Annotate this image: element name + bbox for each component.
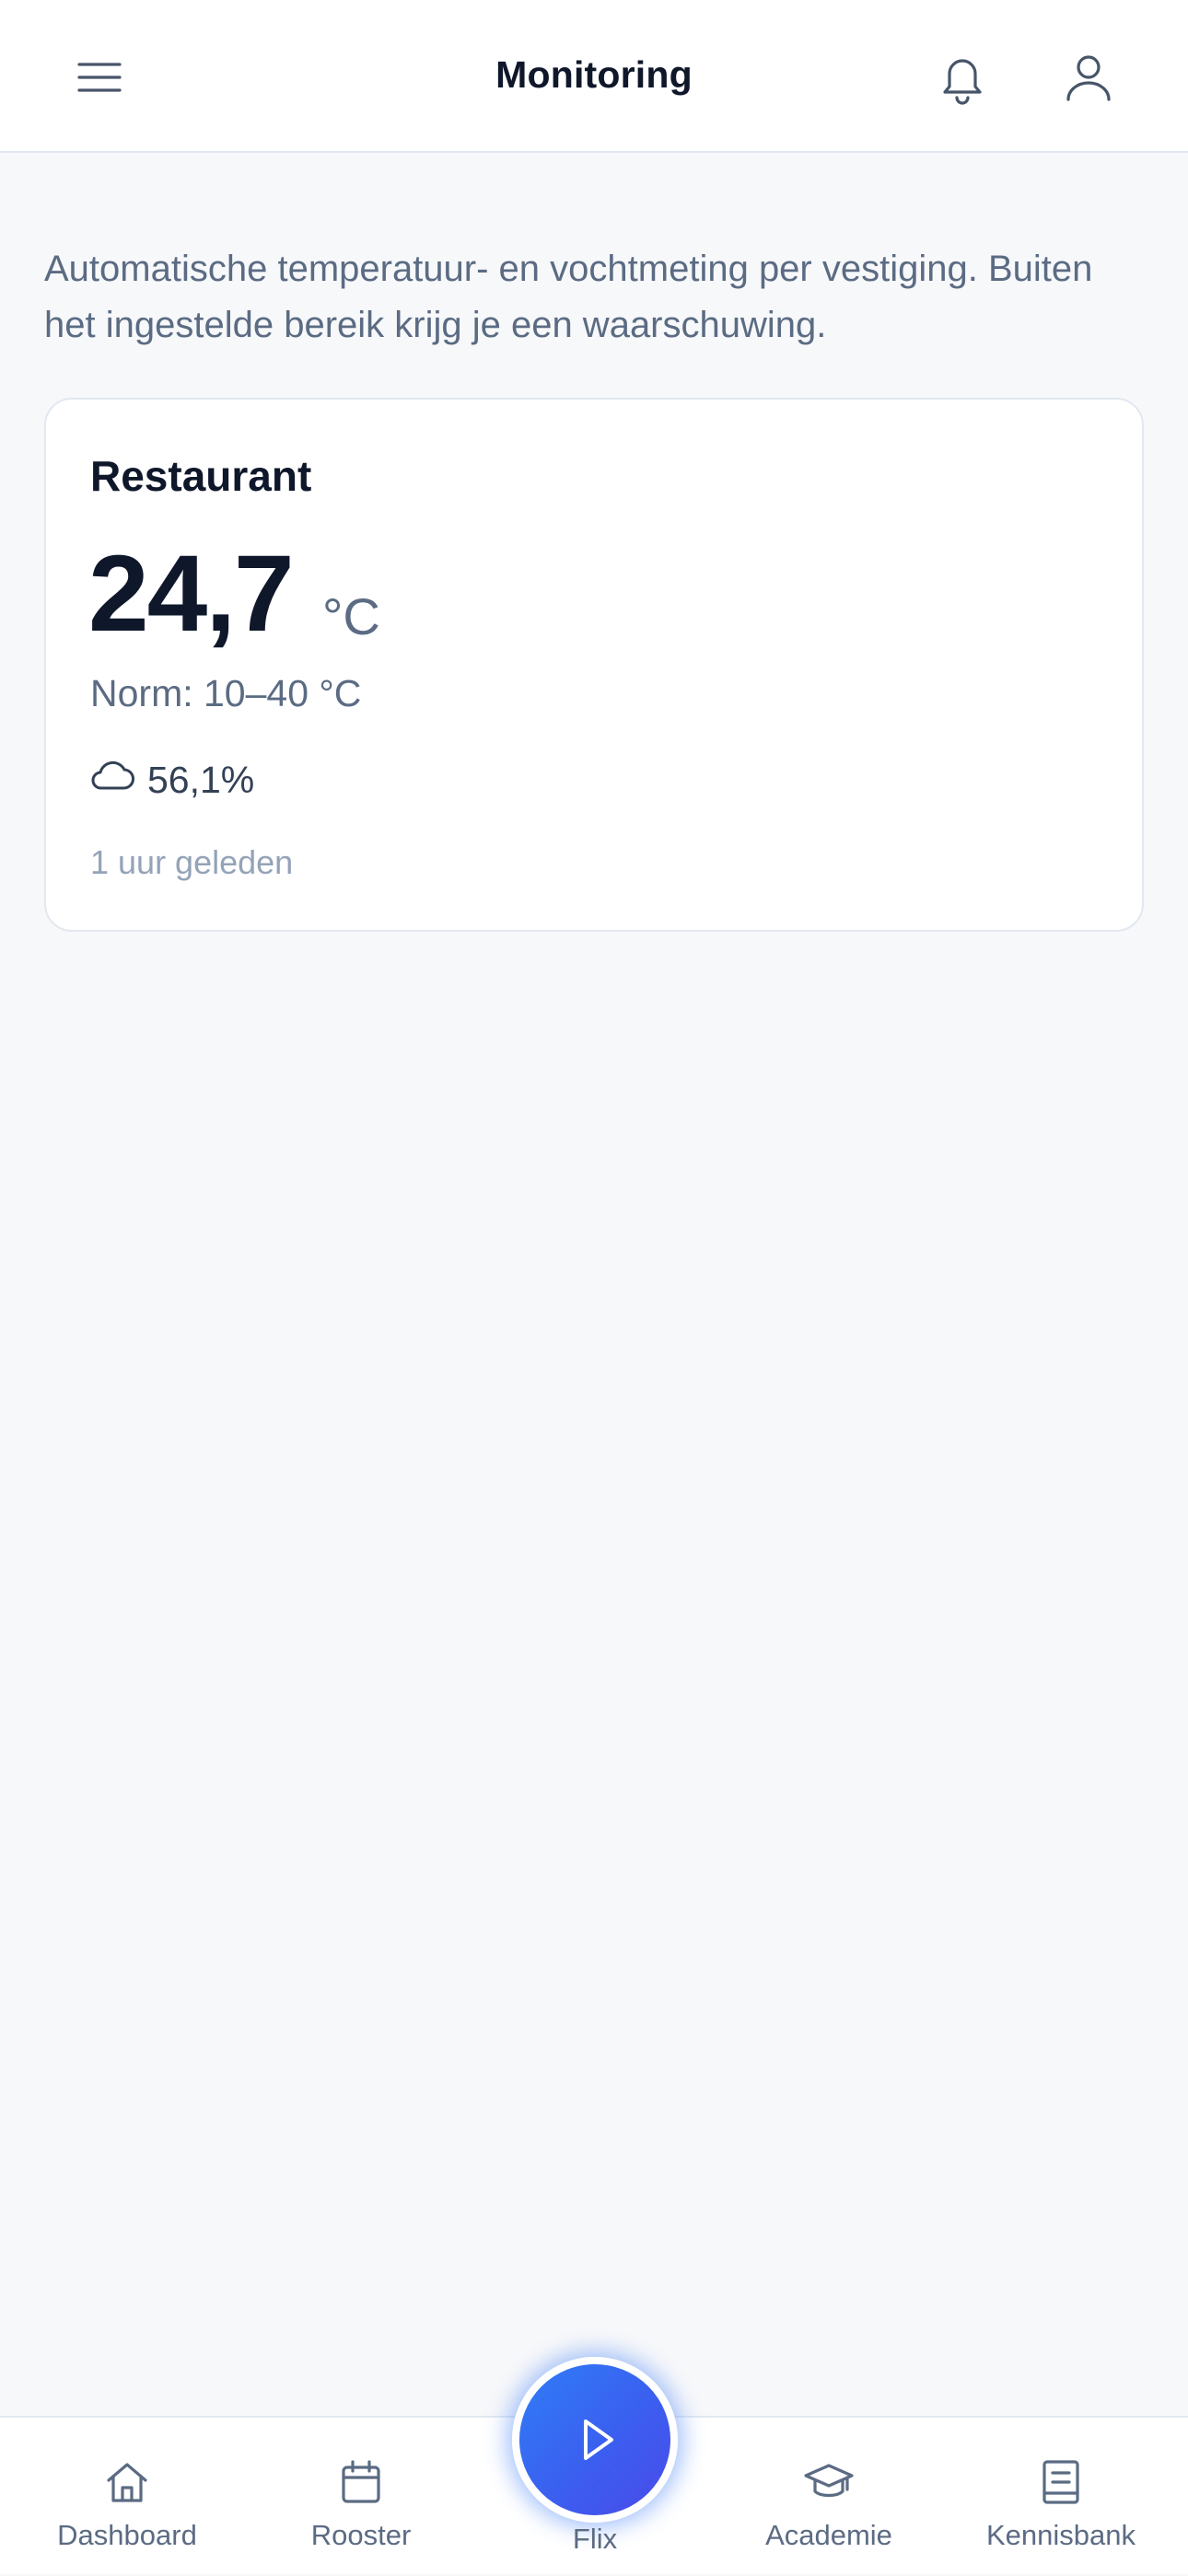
book-icon bbox=[1042, 2460, 1079, 2504]
nav-kennisbank-label: Kennisbank bbox=[985, 2519, 1136, 2551]
nav-flix-label: Flix bbox=[572, 2523, 618, 2555]
nav-dashboard[interactable]: Dashboard bbox=[17, 2418, 238, 2576]
intro-text: Automatische temperatuur- en vochtmeting… bbox=[44, 249, 1093, 345]
cloud-icon bbox=[88, 757, 136, 794]
play-icon bbox=[584, 2419, 613, 2460]
sensor-location: Restaurant bbox=[90, 452, 312, 500]
flix-play-button[interactable] bbox=[512, 2357, 678, 2523]
temperature-value: 24,7 bbox=[88, 533, 295, 655]
temperature-norm: Norm: 10–40 °C bbox=[90, 672, 362, 714]
profile-button[interactable] bbox=[1047, 36, 1130, 119]
nav-rooster[interactable]: Rooster bbox=[250, 2418, 472, 2576]
nav-academie-label: Academie bbox=[765, 2519, 892, 2551]
graduation-cap-icon bbox=[804, 2464, 854, 2498]
notifications-button[interactable] bbox=[921, 36, 1004, 119]
nav-academie[interactable]: Academie bbox=[718, 2418, 939, 2576]
top-app-bar: Monitoring bbox=[0, 0, 1188, 153]
nav-rooster-label: Rooster bbox=[310, 2519, 412, 2551]
user-icon bbox=[1066, 55, 1111, 101]
bell-icon bbox=[943, 59, 982, 105]
last-updated: 1 uur geleden bbox=[90, 843, 294, 881]
humidity-value: 56,1% bbox=[147, 759, 255, 801]
home-icon bbox=[107, 2463, 147, 2502]
page-title: Monitoring bbox=[495, 53, 693, 96]
nav-dashboard-label: Dashboard bbox=[57, 2519, 197, 2551]
sensor-card[interactable]: Restaurant 24,7 °C Norm: 10–40 °C 56,1% … bbox=[44, 398, 1144, 932]
calendar-icon bbox=[342, 2460, 380, 2503]
nav-kennisbank[interactable]: Kennisbank bbox=[950, 2418, 1171, 2576]
temperature-unit: °C bbox=[322, 587, 380, 645]
